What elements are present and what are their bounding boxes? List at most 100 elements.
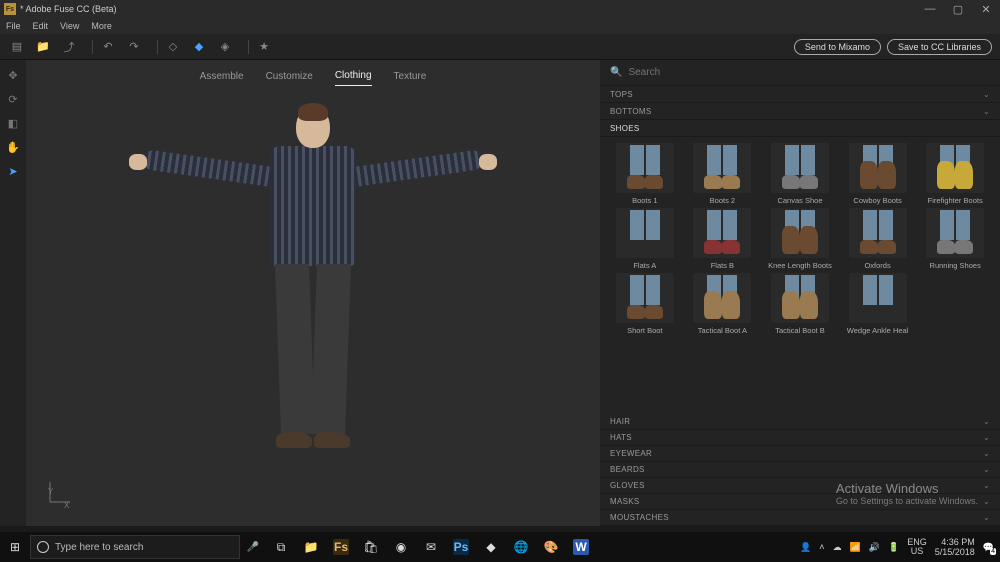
hand-tool-icon[interactable]: ✋ [6,140,20,154]
mic-icon[interactable]: 🎤 [240,542,266,553]
new-icon[interactable]: ▤ [8,38,26,56]
minimize-button[interactable]: — [916,3,944,16]
shoe-thumbnail [616,143,674,193]
category-stack: HAIR⌄ HATS⌄ EYEWEAR⌄ BEARDS⌄ GLOVES⌄ MAS… [600,414,1000,526]
separator [248,40,249,54]
category-eyewear[interactable]: EYEWEAR⌄ [600,446,1000,462]
menu-edit[interactable]: Edit [33,21,49,31]
tray-people-icon[interactable]: 👤 [800,542,811,553]
search-input[interactable] [628,67,990,78]
shoe-item[interactable]: Boots 2 [688,143,758,206]
shoe-label: Boots 2 [710,196,735,206]
redo-icon[interactable]: ↷ [125,38,143,56]
tray-onedrive-icon[interactable]: ☁ [833,542,842,553]
start-button[interactable]: ⊞ [0,540,30,554]
save-to-cc-libraries-button[interactable]: Save to CC Libraries [887,39,992,55]
chevron-down-icon: ⌄ [983,481,990,490]
shoe-item[interactable]: Tactical Boot A [688,273,758,336]
menu-file[interactable]: File [6,21,21,31]
watermark-subtitle: Go to Settings to activate Windows. [836,496,978,506]
app-icon: Fs [4,3,16,15]
steam-icon[interactable]: ◉ [387,535,415,559]
undo-icon[interactable]: ↶ [99,38,117,56]
shoe-item[interactable]: Flats A [610,208,680,271]
shoe-thumbnail [771,208,829,258]
export-icon[interactable]: ⤴ [60,38,78,56]
windows-taskbar: ⊞ Type here to search 🎤 ⧉ 📁 Fs 🛍 ◉ ✉ Ps … [0,532,1000,562]
send-to-mixamo-button[interactable]: Send to Mixamo [794,39,881,55]
menu-view[interactable]: View [60,21,79,31]
chevron-down-icon: ⌄ [983,417,990,426]
move-tool-icon[interactable]: ✥ [6,68,20,82]
tray-notifications-icon[interactable]: 💬4 [983,542,994,553]
star-icon[interactable]: ★ [255,38,273,56]
category-hair[interactable]: HAIR⌄ [600,414,1000,430]
shoe-item[interactable]: Wedge Ankle Heal [843,273,913,336]
close-button[interactable]: ✕ [972,3,1000,16]
chevron-down-icon: ⌄ [983,465,990,474]
main-area: ✥ ⟳ ◧ ✋ ➤ Assemble Customize Clothing Te… [0,60,1000,526]
shoe-item[interactable]: Short Boot [610,273,680,336]
shoe-label: Short Boot [627,326,662,336]
tray-clock[interactable]: 4:36 PM 5/15/2018 [935,537,975,557]
shoe-item[interactable]: Running Shoes [920,208,990,271]
shoe-label: Cowboy Boots [853,196,901,206]
open-icon[interactable]: 📁 [34,38,52,56]
mail-icon[interactable]: ✉ [417,535,445,559]
app-icon-generic[interactable]: 🎨 [537,535,565,559]
shoe-item[interactable]: Canvas Shoe [765,143,835,206]
category-tops[interactable]: TOPS⌄ [600,86,1000,103]
store-icon[interactable]: 🛍 [357,535,385,559]
shoe-label: Flats A [633,261,656,271]
viewport-3d[interactable]: Y X [26,86,600,526]
chevron-down-icon: ⌄ [983,107,990,116]
shoe-item[interactable]: Cowboy Boots [843,143,913,206]
tab-customize[interactable]: Customize [266,71,313,86]
tray-up-icon[interactable]: ˄ [819,542,824,552]
unity-icon[interactable]: ◆ [477,535,505,559]
tray-network-icon[interactable]: 📶 [850,542,861,553]
wire-cube-icon[interactable]: ◈ [216,38,234,56]
pointer-tool-icon[interactable]: ➤ [6,164,20,178]
tray-volume-icon[interactable]: 🔊 [869,542,880,553]
shoe-thumbnail [771,143,829,193]
category-beards[interactable]: BEARDS⌄ [600,462,1000,478]
titlebar: Fs * Adobe Fuse CC (Beta) — ▢ ✕ [0,0,1000,18]
cube-icon[interactable]: ◇ [164,38,182,56]
rotate-tool-icon[interactable]: ⟳ [6,92,20,106]
scale-tool-icon[interactable]: ◧ [6,116,20,130]
shoe-item[interactable]: Flats B [688,208,758,271]
category-moustaches[interactable]: MOUSTACHES⌄ [600,510,1000,526]
cortana-icon [37,541,49,553]
tab-texture[interactable]: Texture [394,71,427,86]
tab-assemble[interactable]: Assemble [200,71,244,86]
shoe-label: Tactical Boot B [775,326,825,336]
window-title: * Adobe Fuse CC (Beta) [20,4,117,14]
solid-cube-icon[interactable]: ◆ [190,38,208,56]
taskbar-search[interactable]: Type here to search [30,535,240,559]
word-icon[interactable]: W [567,535,595,559]
tab-clothing[interactable]: Clothing [335,70,372,86]
chrome-icon[interactable]: 🌐 [507,535,535,559]
shoe-item[interactable]: Firefighter Boots [920,143,990,206]
shoe-item[interactable]: Boots 1 [610,143,680,206]
fuse-app-icon[interactable]: Fs [327,535,355,559]
photoshop-icon[interactable]: Ps [447,535,475,559]
category-hats[interactable]: HATS⌄ [600,430,1000,446]
shoe-item[interactable]: Tactical Boot B [765,273,835,336]
shoe-thumbnail [616,273,674,323]
task-view-icon[interactable]: ⧉ [267,535,295,559]
tray-battery-icon[interactable]: 🔋 [888,542,899,553]
separator [92,40,93,54]
shoe-item[interactable]: Knee Length Boots [765,208,835,271]
shoe-thumbnail [693,143,751,193]
tray-language[interactable]: ENG US [907,538,927,556]
file-explorer-icon[interactable]: 📁 [297,535,325,559]
category-shoes[interactable]: SHOES [600,120,1000,137]
maximize-button[interactable]: ▢ [944,3,972,16]
category-bottoms[interactable]: BOTTOMS⌄ [600,103,1000,120]
menu-more[interactable]: More [91,21,112,31]
shoe-item[interactable]: Oxfords [843,208,913,271]
shoe-item [920,273,990,336]
search-row: 🔍 [600,60,1000,86]
